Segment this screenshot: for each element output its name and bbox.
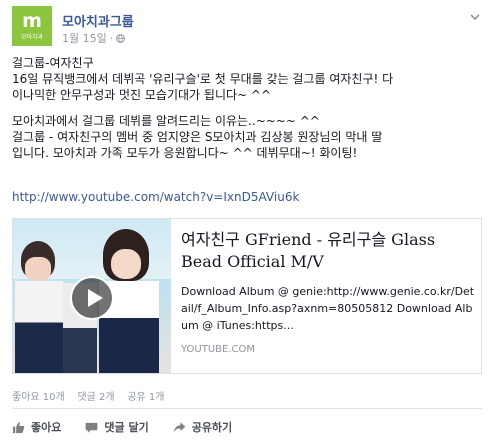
shared-link-title[interactable]: 여자친구 GFriend - 유리구슬 Glass Bead Official …	[181, 229, 475, 273]
thumbnail-figure	[111, 249, 141, 279]
actions-divider	[12, 408, 482, 409]
share-label: 공유하기	[191, 421, 233, 434]
facebook-post: m 모아치과 모아치과그룹 1월 15일 · 걸그룹-여자친구 16일 뮤직뱅크…	[0, 0, 493, 443]
shared-link-domain: YOUTUBE.COM	[181, 344, 256, 355]
share-button[interactable]: 공유하기	[173, 419, 232, 435]
play-icon[interactable]	[70, 276, 114, 320]
like-button[interactable]: 좋아요	[12, 419, 61, 435]
share-arrow-icon	[173, 421, 186, 432]
comments-count[interactable]: 댓글 2개	[77, 392, 114, 403]
thumbnail-figure	[25, 257, 51, 281]
post-stats: 좋아요 10개 댓글 2개 공유 1개	[12, 388, 165, 403]
comment-label: 댓글 달기	[104, 421, 149, 434]
youtube-link[interactable]: http://www.youtube.com/watch?v=IxnD5AViu…	[12, 190, 299, 204]
post-text-line: 이나믹한 안무구성과 멋진 모습기대가 됩니다~ ^^	[12, 88, 271, 102]
post-actions: 좋아요 댓글 달기 공유하기	[12, 417, 256, 437]
post-text-line: 걸그룹 - 여자친구의 멤버 중 엄지양은 S모아치과 김상봉 원장님의 막내 …	[12, 130, 383, 144]
shared-link-info: 여자친구 GFriend - 유리구슬 Glass Bead Official …	[181, 229, 475, 355]
shares-count[interactable]: 공유 1개	[127, 392, 164, 403]
comment-icon	[86, 422, 98, 433]
video-thumbnail[interactable]	[13, 219, 171, 373]
moachi-logo-icon: m	[22, 9, 42, 32]
post-timestamp[interactable]: 1월 15일	[62, 30, 107, 46]
meta-separator: ·	[109, 31, 114, 45]
post-meta: 1월 15일 ·	[62, 30, 126, 46]
thumbs-up-icon	[12, 421, 25, 433]
post-text-line: 16일 뮤직뱅크에서 데뷔곡 '유리구슬'로 첫 무대를 갖는 걸그룹 여자친구…	[12, 72, 394, 86]
post-body: 걸그룹-여자친구 16일 뮤직뱅크에서 데뷔곡 '유리구슬'로 첫 무대를 갖는…	[12, 55, 484, 161]
comment-button[interactable]: 댓글 달기	[85, 419, 149, 435]
globe-icon[interactable]	[116, 33, 126, 43]
post-text-line: 입니다. 모아치과 가족 모두가 응원합니다~ ^^ 데뷔무대~! 화이팅!	[12, 146, 358, 160]
thumbnail-figure	[15, 281, 63, 373]
stats-separator	[68, 392, 74, 403]
like-label: 좋아요	[31, 421, 62, 434]
post-text-line: 모아치과에서 걸그룹 데뷔를 알려드리는 이유는..~~~~ ^^	[12, 114, 320, 128]
shared-link-card[interactable]: 여자친구 GFriend - 유리구슬 Glass Bead Official …	[12, 218, 482, 374]
page-name-link[interactable]: 모아치과그룹	[62, 11, 134, 30]
avatar-caption: 모아치과	[20, 33, 44, 41]
likes-count[interactable]: 좋아요 10개	[12, 392, 65, 403]
chevron-down-icon[interactable]	[468, 10, 482, 24]
post-header: m 모아치과 모아치과그룹 1월 15일 ·	[12, 6, 482, 48]
shared-link-description: Download Album @ genie:http://www.genie.…	[181, 285, 475, 332]
stats-separator	[118, 392, 124, 403]
page-avatar[interactable]: m 모아치과	[12, 6, 52, 46]
post-text-line: 걸그룹-여자친구	[12, 56, 94, 70]
